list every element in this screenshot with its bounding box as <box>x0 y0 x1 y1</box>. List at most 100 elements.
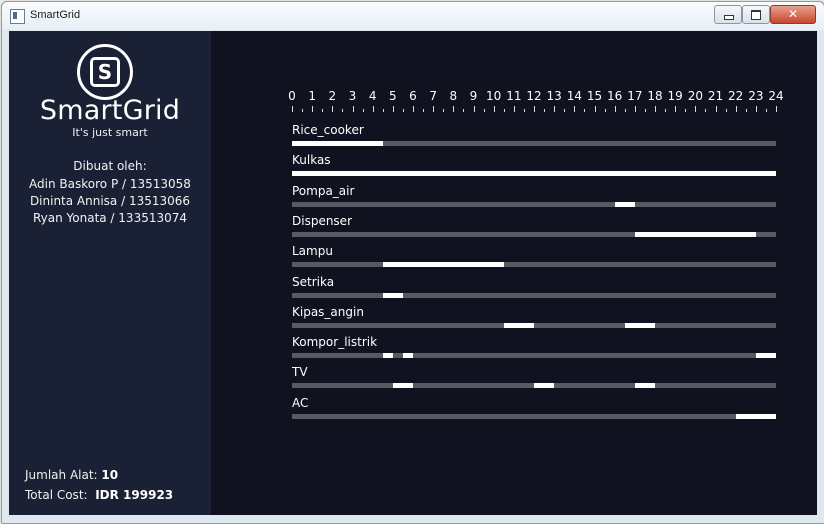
on-period-segment <box>614 201 635 207</box>
hour-label: 11 <box>506 89 522 103</box>
hour-label: 0 <box>288 89 296 103</box>
hour-tick <box>755 106 757 112</box>
logo: S <box>77 44 133 100</box>
half-hour-tick <box>765 109 767 112</box>
half-hour-tick <box>382 109 384 112</box>
app-window: SmartGrid ✕ S SmartGrid It's just smart … <box>1 1 824 524</box>
credit-line: Ryan Yonata / 133513074 <box>32 211 188 225</box>
device-row: Kulkas <box>292 153 776 183</box>
schedule-track <box>292 353 776 359</box>
close-button[interactable]: ✕ <box>770 5 816 24</box>
hour-tick <box>372 106 374 112</box>
on-period-segment <box>382 292 403 298</box>
half-hour-tick <box>302 109 304 112</box>
hour-label: 17 <box>627 89 643 103</box>
hour-tick <box>312 106 314 112</box>
half-hour-tick <box>402 109 404 112</box>
schedule-track <box>292 171 776 177</box>
device-row: Kipas_angin <box>292 305 776 335</box>
hour-tick <box>534 106 535 112</box>
hour-tick <box>413 106 414 112</box>
schedule-track <box>292 231 776 237</box>
device-name: Lampu <box>292 244 333 259</box>
schedule-track <box>292 413 776 419</box>
device-name: Kipas_angin <box>292 304 364 319</box>
on-period-segment <box>382 353 393 359</box>
maximize-button[interactable] <box>742 5 770 24</box>
total-cost: Total Cost: IDR 199923 <box>25 488 173 502</box>
device-count-label: Jumlah Alat: <box>25 468 98 482</box>
on-period-segment <box>624 322 655 328</box>
half-hour-tick <box>644 109 646 112</box>
half-hour-tick <box>463 109 465 112</box>
schedule-panel: 0 1 2 3 4 5 6 7 8 9 10 11 12 13 14 15 16 17 18 19 20 21 22 23 24… <box>211 31 817 515</box>
brand-name: SmartGrid <box>39 95 181 126</box>
title-bar[interactable]: SmartGrid ✕ <box>2 2 824 30</box>
half-hour-tick <box>483 109 485 112</box>
on-period-segment <box>534 383 555 389</box>
hour-label: 1 <box>308 89 316 103</box>
hour-tick <box>675 106 677 112</box>
device-count: Jumlah Alat: 10 <box>25 468 118 482</box>
device-row: Rice_cooker <box>292 123 776 153</box>
hour-label: 16 <box>607 89 623 103</box>
device-row: Dispenser <box>292 214 776 244</box>
on-period-segment <box>292 141 383 146</box>
half-hour-tick <box>584 109 586 112</box>
hour-label: 7 <box>429 89 437 103</box>
hour-label: 2 <box>328 89 337 103</box>
half-hour-tick <box>564 109 566 112</box>
hour-label: 3 <box>348 89 357 103</box>
half-hour-tick <box>342 109 344 112</box>
hour-tick <box>735 106 737 112</box>
half-hour-tick <box>322 109 324 112</box>
logo-letter: S <box>90 57 120 87</box>
hour-label: 13 <box>546 89 562 103</box>
total-cost-label: Total Cost: <box>25 488 88 502</box>
hour-label: 9 <box>469 89 478 103</box>
half-hour-tick <box>362 109 364 112</box>
hour-tick <box>493 106 495 112</box>
hour-tick <box>392 106 394 112</box>
half-hour-tick <box>544 109 546 112</box>
hour-label: 21 <box>707 89 724 103</box>
device-row: AC <box>292 396 776 426</box>
hour-tick <box>574 106 576 112</box>
hour-tick <box>453 106 455 112</box>
device-name: Rice_cooker <box>292 123 364 137</box>
on-period-segment <box>634 383 655 389</box>
hour-tick <box>513 106 515 112</box>
window-title: SmartGrid <box>30 9 81 21</box>
hour-label: 22 <box>728 89 744 103</box>
schedule-track <box>292 322 776 328</box>
hour-label: 19 <box>667 89 683 103</box>
device-name: AC <box>292 395 309 410</box>
hour-label: 4 <box>368 89 377 103</box>
sidebar: S SmartGrid It's just smart Dibuat oleh:… <box>9 31 211 515</box>
client-area: S SmartGrid It's just smart Dibuat oleh:… <box>9 31 817 515</box>
hour-tick <box>655 106 656 112</box>
device-name: Pompa_air <box>292 183 355 198</box>
on-period-segment <box>755 353 776 359</box>
half-hour-tick <box>665 109 667 112</box>
device-name: TV <box>292 365 308 380</box>
half-hour-tick <box>725 109 727 112</box>
half-hour-tick <box>624 109 626 112</box>
tagline: It's just smart <box>72 126 148 139</box>
device-row: Pompa_air <box>292 184 776 214</box>
hour-tick <box>473 106 475 112</box>
on-period-segment <box>382 262 504 268</box>
app-icon <box>10 9 25 24</box>
hour-tick <box>614 106 616 112</box>
credits-heading: Dibuat oleh: <box>73 159 147 173</box>
hour-label: 20 <box>687 89 703 103</box>
minimize-button[interactable] <box>714 5 742 24</box>
close-icon: ✕ <box>787 7 799 21</box>
hour-label: 14 <box>566 89 582 103</box>
hour-tick <box>695 106 697 112</box>
hour-tick <box>352 106 354 112</box>
schedule-track <box>292 292 776 298</box>
half-hour-tick <box>423 109 425 112</box>
on-period-segment <box>735 413 776 419</box>
half-hour-tick <box>604 109 606 112</box>
